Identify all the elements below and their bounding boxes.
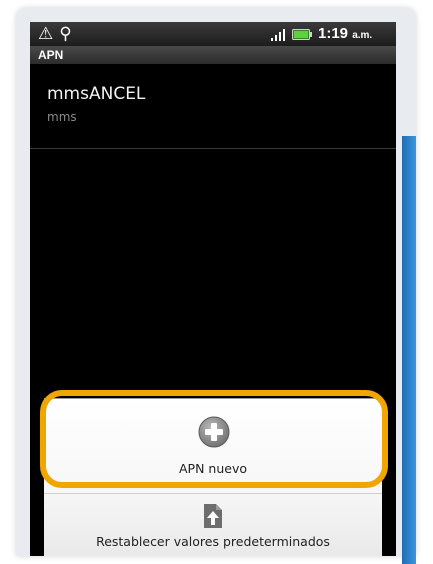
phone-screen: ⚠ ⚲ 1:19 a.m. APN mmsANCEL mms APN nuevo… <box>30 22 396 556</box>
list-item-apn[interactable]: mmsANCEL mms <box>30 64 396 149</box>
options-menu: APN nuevo Restablecer valores predetermi… <box>44 398 382 556</box>
new-apn-label: APN nuevo <box>179 461 247 476</box>
apn-name: mmsANCEL <box>47 84 146 104</box>
status-clock: 1:19 a.m. <box>318 25 372 45</box>
usb-icon: ⚲ <box>59 24 72 44</box>
apn-type: mms <box>47 110 77 124</box>
battery-icon <box>292 29 312 40</box>
reset-defaults-label: Restablecer valores predeterminados <box>96 534 330 549</box>
new-apn-menu-item[interactable]: APN nuevo <box>44 399 382 494</box>
reset-icon <box>204 504 222 528</box>
status-bar: ⚠ ⚲ 1:19 a.m. <box>30 22 396 46</box>
reset-defaults-menu-item[interactable]: Restablecer valores predeterminados <box>44 494 382 556</box>
clock-time: 1:19 <box>318 25 349 42</box>
signal-icon <box>271 29 285 41</box>
clock-ampm: a.m. <box>352 30 373 41</box>
side-accent-strip <box>402 136 416 564</box>
page-title: APN <box>30 46 396 64</box>
status-left-icons: ⚠ ⚲ <box>38 24 78 44</box>
add-icon <box>198 416 230 448</box>
alert-icon: ⚠ <box>38 24 54 44</box>
